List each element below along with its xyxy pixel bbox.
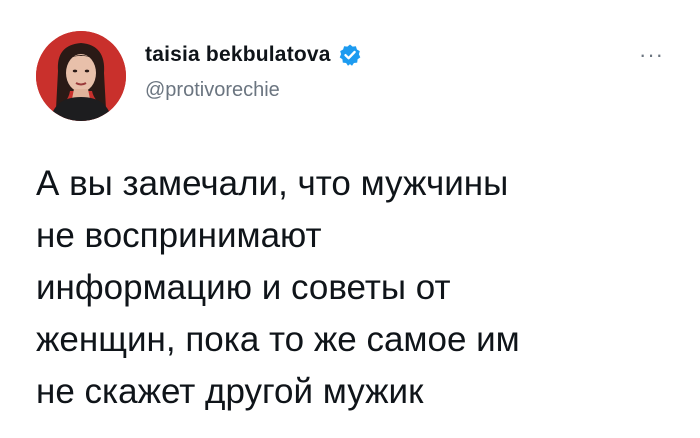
tweet-text: А вы замечали, что мужчины не воспринима… — [36, 164, 520, 411]
name-row: taisia bekbulatova — [145, 42, 362, 68]
display-name[interactable]: taisia bekbulatova — [145, 43, 331, 67]
avatar[interactable] — [36, 31, 126, 121]
verified-badge-icon — [338, 43, 362, 67]
handle[interactable]: @protivorechie — [145, 79, 362, 102]
more-options-icon[interactable]: ··· — [639, 44, 664, 66]
profile-photo — [36, 31, 126, 121]
tweet-card: taisia bekbulatova @protivorechie ··· А … — [0, 0, 700, 438]
author-info: taisia bekbulatova @protivorechie — [145, 42, 362, 102]
